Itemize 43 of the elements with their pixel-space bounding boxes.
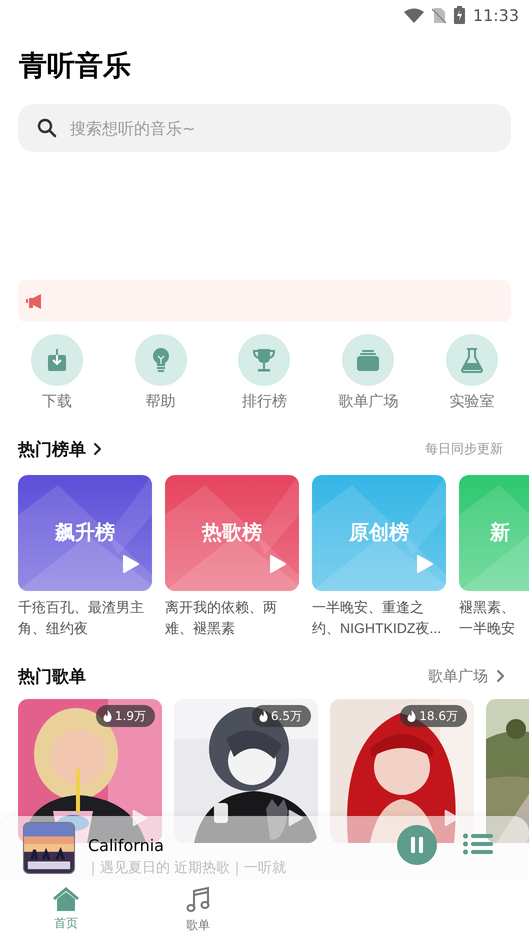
search-icon <box>37 118 57 138</box>
app-title: 青听音乐 <box>19 48 132 84</box>
shortcut-button[interactable]: 帮助 <box>108 334 213 411</box>
pause-button[interactable] <box>397 825 437 865</box>
play-count-badge: 6.5万 <box>252 705 311 727</box>
chevron-right-icon <box>496 669 505 683</box>
flame-icon <box>407 710 416 722</box>
megaphone-icon <box>26 292 43 310</box>
play-icon[interactable] <box>442 809 460 827</box>
shortcut-button[interactable]: 下载 <box>5 334 109 411</box>
list-icon <box>463 833 493 855</box>
playlist-title: ｜遇见夏日的 <box>86 859 170 878</box>
shortcut-button[interactable]: 排行榜 <box>212 334 316 411</box>
clock: 11:33 <box>472 6 519 24</box>
playlist-title: 近期热歌｜一听就 <box>174 859 286 878</box>
shortcut-button[interactable]: 歌单广场 <box>316 334 420 411</box>
music-note-icon <box>186 886 210 914</box>
lightbulb-icon <box>150 347 171 373</box>
playlist-button[interactable] <box>463 833 493 855</box>
play-icon[interactable] <box>286 809 304 827</box>
no-sim-icon <box>432 6 446 24</box>
section-title-link[interactable]: 热门榜单 <box>18 438 102 460</box>
wifi-icon <box>404 8 424 22</box>
flask-icon <box>460 347 484 373</box>
chart-songs: 褪黑素、一半晚安 <box>459 598 516 638</box>
section-title: 热门歌单 <box>18 666 86 688</box>
home-icon <box>52 886 80 912</box>
nav-tab[interactable]: 首页 <box>0 880 132 940</box>
search-field[interactable]: 搜索想听的音乐~ <box>18 104 511 152</box>
trophy-icon <box>251 347 278 373</box>
flame-icon <box>258 710 268 722</box>
nav-tab[interactable]: 歌单 <box>132 880 264 940</box>
chart-songs: 一半晚安、重逢之约、NIGHTKIDZ夜... <box>312 598 442 638</box>
update-note: 每日同步更新 <box>425 441 503 458</box>
shortcut-button[interactable]: 实验室 <box>420 334 524 411</box>
play-count-badge: 18.6万 <box>400 705 467 727</box>
pause-icon <box>411 837 423 853</box>
chart-songs: 千疮百孔、最渣男主角、纽约夜 <box>18 598 145 638</box>
chart-songs: 离开我的依赖、两难、褪黑素 <box>165 598 278 638</box>
more-link[interactable]: 歌单广场 <box>428 666 505 686</box>
stack-icon <box>356 348 380 372</box>
chevron-right-icon <box>93 442 102 456</box>
battery-icon <box>454 6 465 24</box>
